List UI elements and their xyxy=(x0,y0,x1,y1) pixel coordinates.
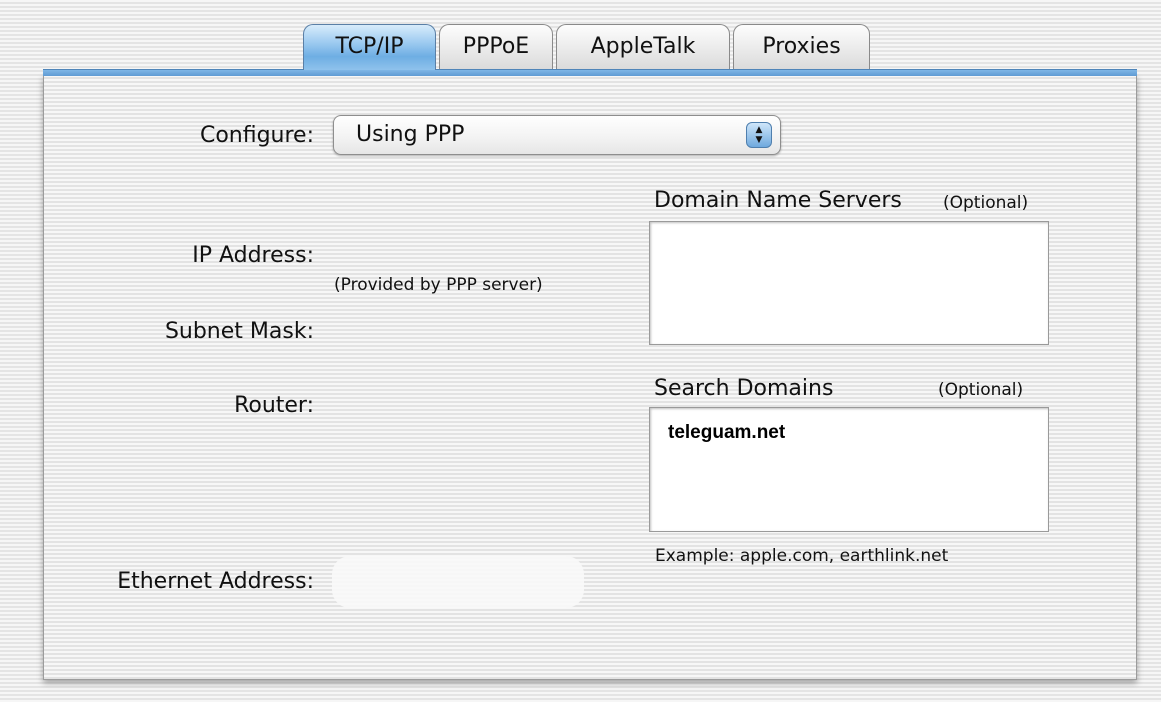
search-domains-label: Search Domains xyxy=(654,376,834,401)
tab-bar-divider xyxy=(43,69,1137,76)
search-domains-textbox[interactable]: teleguam.net xyxy=(649,407,1049,532)
configure-popup[interactable]: Using PPP ▲ ▼ xyxy=(333,115,781,155)
router-label: Router: xyxy=(234,393,314,418)
tab-proxies[interactable]: Proxies xyxy=(733,24,870,70)
dns-label: Domain Name Servers xyxy=(654,188,902,213)
search-domains-example: Example: apple.com, earthlink.net xyxy=(655,546,949,566)
configure-popup-value: Using PPP xyxy=(356,122,465,147)
subnet-mask-label: Subnet Mask: xyxy=(164,319,314,344)
provided-by-ppp-note: (Provided by PPP server) xyxy=(334,275,543,295)
tab-tcpip[interactable]: TCP/IP xyxy=(303,24,436,70)
tab-pppoe[interactable]: PPPoE xyxy=(439,24,553,70)
popup-arrows-icon: ▲ ▼ xyxy=(746,122,772,148)
search-domains-optional-label: (Optional) xyxy=(938,380,1024,400)
search-domain-entry: teleguam.net xyxy=(668,422,786,443)
tab-appletalk[interactable]: AppleTalk xyxy=(556,24,730,70)
ethernet-address-label: Ethernet Address: xyxy=(117,569,314,594)
configure-label: Configure: xyxy=(199,123,314,148)
dns-textbox[interactable] xyxy=(649,221,1049,345)
ethernet-address-value xyxy=(332,556,584,608)
ip-address-label: IP Address: xyxy=(192,243,314,268)
dns-optional-label: (Optional) xyxy=(943,193,1029,213)
